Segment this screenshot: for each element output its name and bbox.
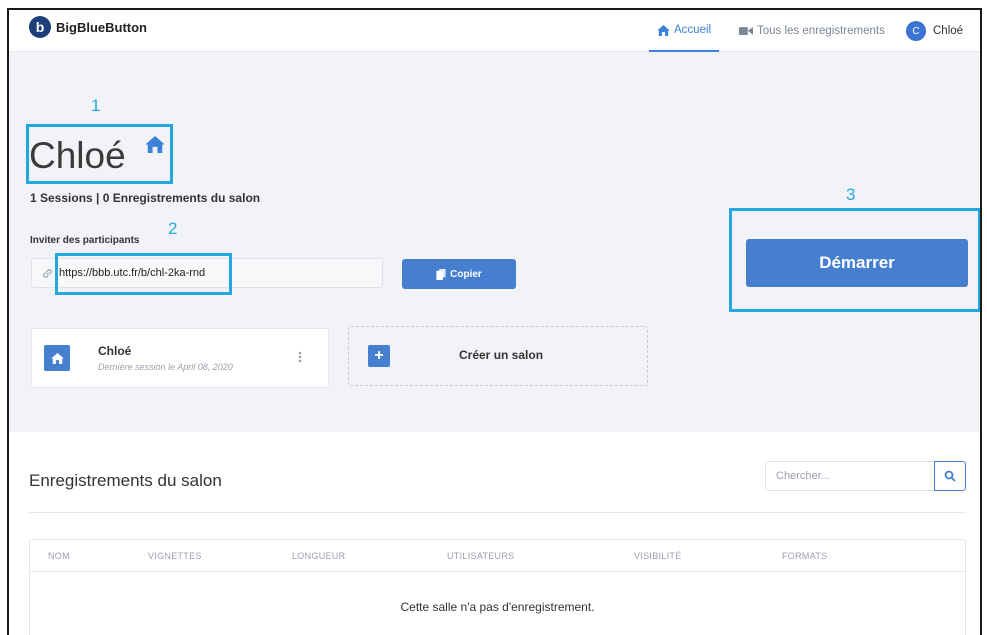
room-title: Chloé (29, 135, 126, 176)
column-header[interactable]: UTILISATEURS (447, 551, 514, 561)
recordings-title: Enregistrements du salon (29, 471, 222, 490)
plus-icon: + (368, 345, 390, 367)
app-window: b BigBlueButton Accueil Tous les enregis… (7, 8, 982, 635)
column-header[interactable]: VIGNETTES (148, 551, 202, 561)
home-icon (44, 345, 70, 371)
user-avatar: C (906, 21, 926, 41)
nav-home-link[interactable]: Accueil (649, 10, 720, 52)
table-header-row: NOM VIGNETTES LONGUEUR UTILISATEURS VISI… (30, 540, 965, 572)
brand-name: BigBlueButton (56, 19, 147, 35)
brand-logo[interactable]: b BigBlueButton (29, 16, 147, 38)
copy-icon (436, 268, 446, 280)
kebab-menu-icon[interactable] (298, 351, 302, 363)
room-stats: 1 Sessions | 0 Enregistrements du salon (30, 191, 261, 205)
create-room-label: Créer un salon (459, 348, 544, 362)
video-camera-icon (739, 27, 753, 35)
copy-button-label: Copier (450, 268, 482, 280)
bigbluebutton-logo-icon: b (29, 16, 51, 38)
search-button[interactable] (934, 461, 966, 491)
room-card[interactable]: Chloé Dernière session le April 08, 2020 (31, 328, 329, 388)
create-room-card[interactable]: + Créer un salon (348, 326, 648, 386)
nav-recordings-label: Tous les enregistrements (757, 25, 885, 37)
room-card-name: Chloé (98, 344, 132, 358)
nav-home-label: Accueil (674, 24, 712, 36)
column-header[interactable]: VISIBILITÉ (634, 551, 682, 561)
home-room-icon (145, 136, 165, 153)
recordings-search-input[interactable] (776, 470, 916, 482)
user-menu[interactable]: C Chloé (906, 10, 963, 52)
copy-button[interactable]: Copier (402, 259, 516, 289)
search-icon (944, 470, 956, 482)
recordings-search-field[interactable] (765, 461, 935, 491)
top-navbar: b BigBlueButton Accueil Tous les enregis… (9, 10, 980, 52)
room-card-last-session: Dernière session le April 08, 2020 (98, 362, 233, 372)
annotation-number-3: 3 (846, 185, 856, 204)
recordings-divider (29, 512, 966, 513)
column-header[interactable]: FORMATS (782, 551, 827, 561)
nav-recordings-link[interactable]: Tous les enregistrements (739, 10, 885, 52)
annotation-box-invite-url (55, 253, 232, 295)
column-header[interactable]: NOM (48, 551, 70, 561)
start-button[interactable]: Démarrer (746, 239, 968, 287)
invite-label: Inviter des participants (30, 235, 140, 246)
annotation-number-2: 2 (168, 219, 178, 238)
home-icon (657, 24, 670, 36)
annotation-number-1: 1 (91, 96, 101, 115)
empty-recordings-message: Cette salle n'a pas d'enregistrement. (400, 600, 595, 614)
recordings-table: NOM VIGNETTES LONGUEUR UTILISATEURS VISI… (29, 539, 966, 635)
user-name: Chloé (933, 25, 964, 37)
column-header[interactable]: LONGUEUR (292, 551, 345, 561)
link-icon (43, 268, 52, 278)
